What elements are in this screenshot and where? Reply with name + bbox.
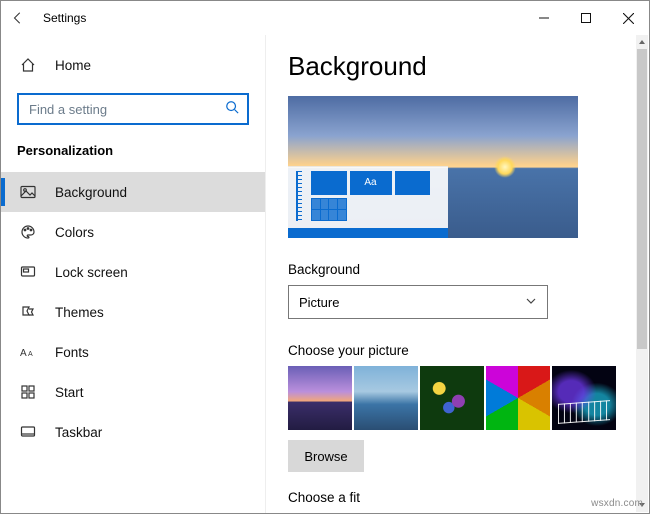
- maximize-button[interactable]: [565, 1, 607, 35]
- themes-icon: [19, 303, 37, 321]
- preview-tiles: Aa: [296, 171, 430, 224]
- sidebar-item-label: Start: [55, 385, 84, 400]
- minimize-button[interactable]: [523, 1, 565, 35]
- sidebar-item-taskbar[interactable]: Taskbar: [1, 412, 265, 452]
- background-type-label: Background: [288, 262, 627, 277]
- search-icon: [225, 100, 239, 119]
- lockscreen-icon: [19, 263, 37, 281]
- sidebar-item-lockscreen[interactable]: Lock screen: [1, 252, 265, 292]
- picture-icon: [19, 183, 37, 201]
- picture-thumb[interactable]: [420, 366, 484, 430]
- sidebar-item-label: Fonts: [55, 345, 89, 360]
- browse-button[interactable]: Browse: [288, 440, 364, 472]
- close-button[interactable]: [607, 1, 649, 35]
- sidebar-item-label: Themes: [55, 305, 104, 320]
- choose-fit-label: Choose a fit: [288, 490, 627, 505]
- search-box[interactable]: [17, 93, 249, 125]
- search-wrap: [1, 85, 265, 139]
- preview-sun: [494, 156, 516, 178]
- back-icon[interactable]: [11, 11, 25, 25]
- picture-thumb[interactable]: [354, 366, 418, 430]
- home-label: Home: [55, 58, 91, 73]
- scroll-up-icon[interactable]: [636, 35, 648, 49]
- choose-picture-label: Choose your picture: [288, 343, 627, 358]
- sidebar-item-label: Background: [55, 185, 127, 200]
- sidebar-item-colors[interactable]: Colors: [1, 212, 265, 252]
- background-type-value: Picture: [299, 295, 339, 310]
- svg-text:A: A: [20, 348, 27, 359]
- sidebar-item-start[interactable]: Start: [1, 372, 265, 412]
- scrollbar[interactable]: [636, 35, 648, 512]
- window-controls: [523, 1, 649, 35]
- sidebar-item-label: Lock screen: [55, 265, 128, 280]
- sidebar-category: Personalization: [1, 139, 265, 172]
- picture-thumbnails: [288, 366, 627, 430]
- sidebar: Home Personalization Background: [1, 35, 266, 513]
- scroll-thumb[interactable]: [637, 49, 647, 349]
- sidebar-item-background[interactable]: Background: [1, 172, 265, 212]
- svg-text:A: A: [28, 351, 33, 358]
- preview-aa-tile: Aa: [350, 171, 392, 195]
- settings-window: Settings Home: [0, 0, 650, 514]
- search-input[interactable]: [27, 101, 225, 118]
- titlebar: Settings: [1, 1, 649, 35]
- picture-thumb[interactable]: [288, 366, 352, 430]
- chevron-down-icon: [525, 295, 537, 310]
- fonts-icon: AA: [19, 343, 37, 361]
- background-preview: Aa: [288, 96, 578, 238]
- sidebar-item-label: Taskbar: [55, 425, 102, 440]
- window-body: Home Personalization Background: [1, 35, 649, 513]
- sidebar-item-themes[interactable]: Themes: [1, 292, 265, 332]
- background-type-select[interactable]: Picture: [288, 285, 548, 319]
- palette-icon: [19, 223, 37, 241]
- sidebar-item-fonts[interactable]: AA Fonts: [1, 332, 265, 372]
- home-nav[interactable]: Home: [1, 45, 265, 85]
- start-icon: [19, 383, 37, 401]
- picture-thumb[interactable]: [552, 366, 616, 430]
- preview-taskbar: [288, 228, 448, 238]
- titlebar-left: Settings: [1, 1, 523, 35]
- sidebar-item-label: Colors: [55, 225, 94, 240]
- picture-thumb[interactable]: [486, 366, 550, 430]
- watermark: wsxdn.com: [591, 498, 643, 509]
- preview-desktop: Aa: [288, 166, 448, 238]
- window-title: Settings: [43, 11, 86, 25]
- content-area: Background Aa Background: [266, 35, 649, 513]
- page-title: Background: [288, 51, 627, 82]
- home-icon: [19, 56, 37, 74]
- taskbar-icon: [19, 423, 37, 441]
